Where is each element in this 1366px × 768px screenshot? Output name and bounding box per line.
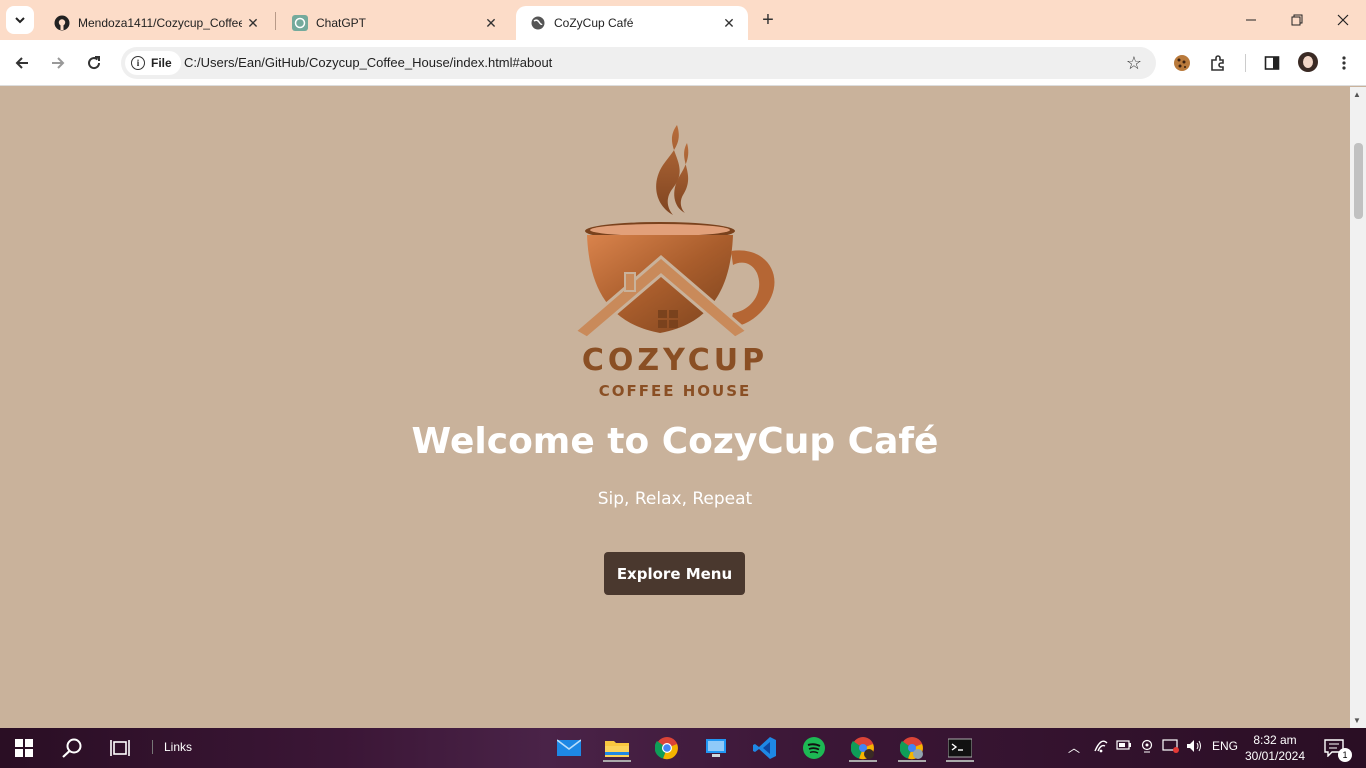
tab-title: Mendoza1411/Cozycup_Coffee bbox=[78, 16, 242, 30]
reload-button[interactable] bbox=[81, 50, 107, 76]
url-text[interactable]: C:/Users/Ean/GitHub/Cozycup_Coffee_House… bbox=[184, 55, 552, 70]
task-view-icon bbox=[110, 740, 130, 756]
taskbar-terminal[interactable] bbox=[946, 734, 974, 762]
monitor-icon bbox=[706, 739, 726, 757]
restore-button[interactable] bbox=[1274, 0, 1320, 40]
close-icon[interactable]: ✕ bbox=[720, 14, 738, 32]
toolbar-divider bbox=[1245, 54, 1246, 72]
chrome-icon bbox=[900, 737, 923, 760]
taskbar-file-explorer[interactable] bbox=[603, 734, 631, 762]
chrome-profile-icon bbox=[851, 737, 874, 760]
terminal-icon bbox=[948, 738, 972, 758]
logo-sub-text: COFFEE HOUSE bbox=[598, 382, 752, 400]
tab-title: CoZyCup Café bbox=[554, 16, 634, 30]
close-window-button[interactable] bbox=[1320, 0, 1366, 40]
clock-time: 8:32 am bbox=[1253, 733, 1297, 747]
github-icon bbox=[54, 15, 70, 31]
updates-icon[interactable] bbox=[1162, 739, 1180, 756]
notification-count-badge: 1 bbox=[1338, 748, 1352, 762]
minimize-icon bbox=[1246, 19, 1256, 21]
spotify-icon bbox=[803, 737, 825, 759]
reload-icon bbox=[88, 56, 101, 70]
tab-chatgpt[interactable]: ChatGPT ✕ bbox=[278, 6, 510, 40]
scheme-label: File bbox=[151, 56, 172, 70]
extensions-button[interactable] bbox=[1205, 50, 1231, 76]
bookmark-star-icon[interactable]: ☆ bbox=[1126, 53, 1142, 74]
language-indicator[interactable]: ENG bbox=[1212, 739, 1238, 753]
arrow-right-icon bbox=[52, 57, 65, 69]
action-center-button[interactable]: 1 bbox=[1320, 734, 1352, 762]
page-scrollbar[interactable]: ▲ ▼ bbox=[1350, 87, 1366, 728]
info-icon: i bbox=[131, 56, 145, 70]
chrome-icon bbox=[655, 737, 678, 760]
tab-github[interactable]: Mendoza1411/Cozycup_Coffee ✕ bbox=[40, 6, 272, 40]
address-bar[interactable]: i File C:/Users/Ean/GitHub/Cozycup_Coffe… bbox=[121, 47, 1156, 79]
system-clock[interactable]: 8:32 am 30/01/2024 bbox=[1240, 732, 1310, 764]
folder-icon bbox=[605, 741, 629, 757]
taskbar-chrome-second[interactable] bbox=[898, 734, 926, 762]
search-icon bbox=[62, 738, 82, 758]
cookie-extension-button[interactable] bbox=[1169, 50, 1195, 76]
tab-strip: Mendoza1411/Cozycup_Coffee ✕ ChatGPT ✕ C… bbox=[0, 0, 1366, 40]
task-view-button[interactable] bbox=[106, 734, 134, 762]
page-title: Welcome to CozyCup Café bbox=[411, 421, 939, 462]
search-button[interactable] bbox=[58, 734, 86, 762]
page-viewport: COZYCUP COFFEE HOUSE Welcome to CozyCup … bbox=[0, 87, 1350, 728]
taskbar-vscode[interactable] bbox=[751, 734, 779, 762]
tagline: Sip, Relax, Repeat bbox=[597, 489, 753, 509]
links-toolbar[interactable]: Links bbox=[152, 740, 192, 754]
arrow-left-icon bbox=[15, 57, 28, 69]
battery-icon[interactable] bbox=[1116, 739, 1132, 754]
start-button[interactable] bbox=[10, 734, 38, 762]
windows-taskbar: Links ︿ ENG 8:32 am 30/01/2024 1 bbox=[0, 728, 1366, 768]
browser-toolbar: i File C:/Users/Ean/GitHub/Cozycup_Coffe… bbox=[0, 40, 1366, 86]
site-info-chip[interactable]: i File bbox=[125, 51, 181, 75]
chevron-down-icon bbox=[15, 17, 25, 24]
clock-date: 30/01/2024 bbox=[1244, 749, 1306, 763]
scroll-down-icon[interactable]: ▼ bbox=[1353, 716, 1361, 725]
volume-icon[interactable] bbox=[1186, 739, 1204, 756]
taskbar-spotify[interactable] bbox=[800, 734, 828, 762]
close-icon bbox=[1337, 14, 1349, 26]
taskbar-remote-desktop[interactable] bbox=[702, 734, 730, 762]
minimize-button[interactable] bbox=[1228, 0, 1274, 40]
chatgpt-icon bbox=[292, 15, 308, 31]
taskbar-chrome[interactable] bbox=[653, 734, 681, 762]
tab-title: ChatGPT bbox=[316, 16, 367, 30]
puzzle-icon bbox=[1211, 55, 1224, 71]
scrollbar-thumb[interactable] bbox=[1354, 143, 1363, 219]
forward-button[interactable] bbox=[45, 50, 71, 76]
tab-separator bbox=[275, 12, 276, 30]
windows-logo-icon bbox=[15, 739, 33, 757]
logo-brand-text: COZYCUP bbox=[581, 343, 769, 378]
scroll-up-icon[interactable]: ▲ bbox=[1353, 90, 1361, 99]
mail-icon bbox=[557, 739, 581, 756]
taskbar-mail[interactable] bbox=[555, 734, 583, 762]
back-button[interactable] bbox=[9, 50, 35, 76]
webcam-icon[interactable] bbox=[1140, 739, 1154, 756]
chevron-up-icon[interactable]: ︿ bbox=[1068, 739, 1080, 756]
profile-avatar[interactable] bbox=[1298, 52, 1318, 72]
browser-menu-button[interactable] bbox=[1331, 50, 1357, 76]
new-tab-button[interactable]: + bbox=[757, 9, 779, 31]
vscode-icon bbox=[753, 737, 776, 759]
tab-search-button[interactable] bbox=[6, 6, 34, 34]
restore-icon bbox=[1291, 14, 1303, 26]
cookie-icon bbox=[1174, 55, 1190, 71]
more-vertical-icon bbox=[1342, 56, 1346, 70]
close-icon[interactable]: ✕ bbox=[482, 14, 500, 32]
tab-cozycup[interactable]: CoZyCup Café ✕ bbox=[516, 6, 748, 40]
globe-icon bbox=[530, 15, 546, 31]
explore-menu-button[interactable]: Explore Menu bbox=[604, 552, 745, 595]
side-panel-button[interactable] bbox=[1259, 50, 1285, 76]
side-panel-icon bbox=[1264, 56, 1280, 70]
cozycup-logo: COZYCUP COFFEE HOUSE bbox=[565, 123, 785, 403]
taskbar-chrome-profile[interactable] bbox=[849, 734, 877, 762]
network-icon[interactable] bbox=[1093, 739, 1109, 756]
close-icon[interactable]: ✕ bbox=[244, 14, 262, 32]
